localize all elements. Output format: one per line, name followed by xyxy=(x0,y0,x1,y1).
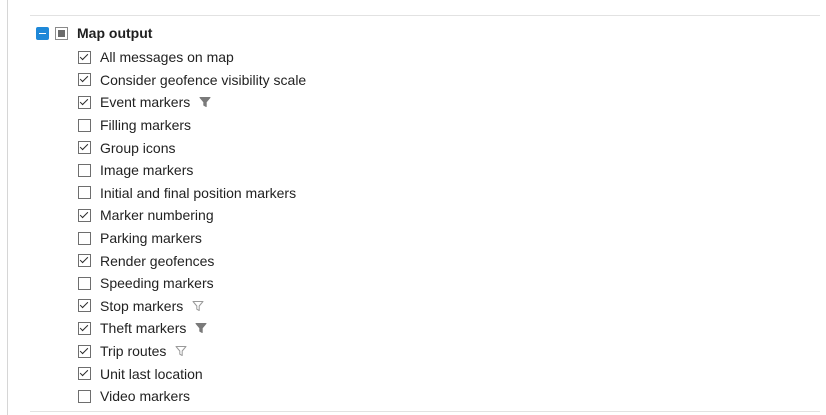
option-label: Image markers xyxy=(100,162,194,179)
panel-left-border xyxy=(7,0,8,415)
option-label: Group icons xyxy=(100,139,176,156)
option-unit-last-location[interactable]: Unit last location xyxy=(78,362,306,385)
option-checkbox[interactable] xyxy=(78,344,91,358)
option-checkbox[interactable] xyxy=(78,186,91,200)
option-checkbox[interactable] xyxy=(78,95,91,109)
option-checkbox[interactable] xyxy=(78,50,91,64)
option-consider-geofence-visibility-scale[interactable]: Consider geofence visibility scale xyxy=(78,69,306,92)
option-checkbox[interactable] xyxy=(78,321,91,335)
map-output-group-header: Map output xyxy=(36,24,152,42)
option-parking-markers[interactable]: Parking markers xyxy=(78,227,306,250)
option-label: Initial and final position markers xyxy=(100,184,297,201)
option-checkbox[interactable] xyxy=(78,163,91,177)
group-title: Map output xyxy=(77,25,153,41)
option-checkbox[interactable] xyxy=(78,299,91,313)
option-checkbox[interactable] xyxy=(78,208,91,222)
option-checkbox[interactable] xyxy=(78,367,91,381)
option-label: Video markers xyxy=(100,388,191,405)
option-filling-markers[interactable]: Filling markers xyxy=(78,114,306,137)
option-checkbox[interactable] xyxy=(78,231,91,245)
filter-icon[interactable] xyxy=(175,345,187,357)
option-label: Stop markers xyxy=(100,297,184,314)
option-video-markers[interactable]: Video markers xyxy=(78,385,306,408)
option-stop-markers[interactable]: Stop markers xyxy=(78,295,306,318)
option-label: Unit last location xyxy=(100,365,203,382)
option-speeding-markers[interactable]: Speeding markers xyxy=(78,272,306,295)
filter-icon[interactable] xyxy=(199,96,211,108)
filter-icon[interactable] xyxy=(195,322,207,334)
option-label: Render geofences xyxy=(100,252,215,269)
option-checkbox[interactable] xyxy=(78,254,91,268)
option-label: Parking markers xyxy=(100,230,202,247)
map-output-panel: Map output All messages on map Consider g… xyxy=(0,0,826,415)
option-marker-numbering[interactable]: Marker numbering xyxy=(78,204,306,227)
option-image-markers[interactable]: Image markers xyxy=(78,159,306,182)
map-output-option-list: All messages on map Consider geofence vis… xyxy=(78,46,306,408)
option-label: Theft markers xyxy=(100,320,187,337)
option-theft-markers[interactable]: Theft markers xyxy=(78,317,306,340)
option-checkbox[interactable] xyxy=(78,389,91,403)
filter-icon[interactable] xyxy=(192,300,204,312)
option-checkbox[interactable] xyxy=(78,118,91,132)
option-trip-routes[interactable]: Trip routes xyxy=(78,340,306,363)
option-initial-and-final-position-markers[interactable]: Initial and final position markers xyxy=(78,182,306,205)
option-render-geofences[interactable]: Render geofences xyxy=(78,249,306,272)
option-event-markers[interactable]: Event markers xyxy=(78,91,306,114)
bottom-divider xyxy=(30,411,820,412)
option-checkbox[interactable] xyxy=(78,141,91,155)
option-label: Trip routes xyxy=(100,343,167,360)
option-checkbox[interactable] xyxy=(78,73,91,87)
option-checkbox[interactable] xyxy=(78,276,91,290)
option-label: Filling markers xyxy=(100,117,192,134)
option-label: Marker numbering xyxy=(100,207,214,224)
option-label: All messages on map xyxy=(100,49,234,66)
top-divider xyxy=(30,15,820,16)
option-group-icons[interactable]: Group icons xyxy=(78,136,306,159)
group-select-all-checkbox[interactable] xyxy=(55,26,68,40)
option-label: Speeding markers xyxy=(100,275,214,292)
option-label: Event markers xyxy=(100,94,191,111)
collapse-minus-icon[interactable] xyxy=(36,26,49,40)
option-all-messages-on-map[interactable]: All messages on map xyxy=(78,46,306,69)
option-label: Consider geofence visibility scale xyxy=(100,71,307,88)
